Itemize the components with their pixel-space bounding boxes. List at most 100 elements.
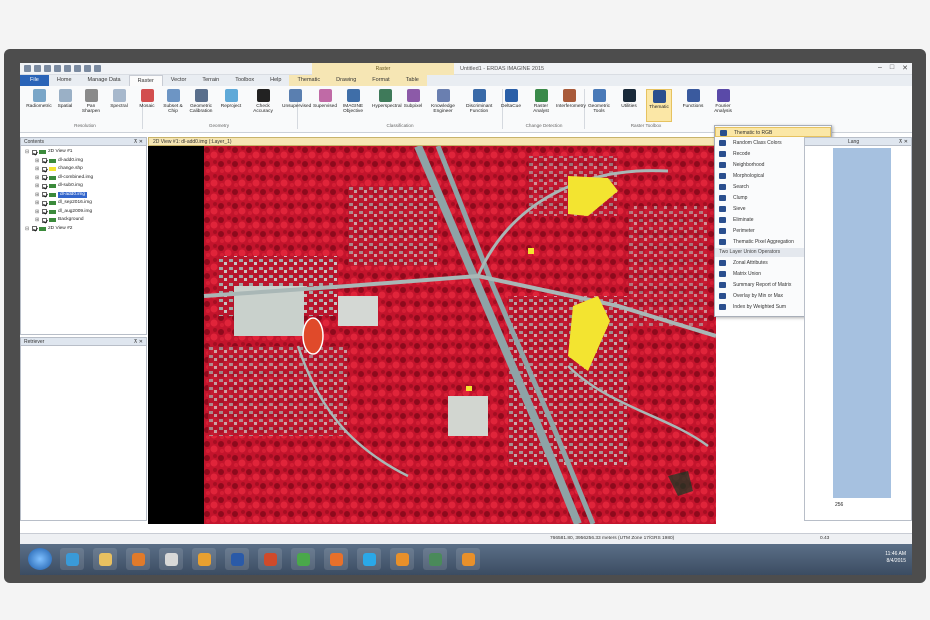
undo-icon[interactable] [54,65,61,72]
visibility-checkbox[interactable] [42,200,47,206]
tree-item[interactable]: ⊞ dl-sub0.img [35,182,83,190]
visibility-checkbox[interactable] [42,158,47,163]
ribbon-button-imagine-objective[interactable]: IMAGINE Objective [340,89,366,114]
tab-raster[interactable]: Raster [128,75,163,86]
tree-item[interactable]: ⊟ 2D View #2 [25,225,72,233]
tab-drawing[interactable]: Drawing [328,75,365,86]
expand-icon[interactable]: ⊞ [35,183,40,189]
ribbon-button-radiometric[interactable]: Radiometric [26,89,52,109]
expand-icon[interactable]: ⊞ [35,200,40,206]
visibility-checkbox[interactable] [42,183,47,189]
pin-close-icon[interactable]: ⊼ ✕ [134,138,143,146]
ribbon-button-functions[interactable]: Functions [680,89,706,109]
system-clock[interactable]: 11:46 AM 8/4/2015 [885,551,906,565]
close-icon[interactable]: ✕ [902,64,908,72]
visibility-checkbox[interactable] [42,209,47,214]
tree-item[interactable]: ⊞ change.shp [35,165,83,173]
maximize-icon[interactable]: □ [890,64,894,72]
taskbar-imagine2-button[interactable] [456,548,480,570]
tab-manage-data[interactable]: Manage Data [80,75,129,86]
expand-icon[interactable]: ⊞ [35,209,40,215]
tab-format[interactable]: Format [364,75,398,86]
ribbon-button-hyperspectral[interactable]: Hyperspectral [372,89,402,109]
ribbon-button-discriminant-function[interactable]: Discriminant Function [466,89,492,114]
tree-item[interactable]: ⊞ Background [35,216,84,224]
expand-icon[interactable]: ⊞ [35,158,40,164]
visibility-checkbox[interactable] [42,175,47,180]
taskbar-chrome-button[interactable] [291,548,315,570]
tab-thematic[interactable]: Thematic [289,75,329,86]
open-icon[interactable] [34,65,41,72]
visibility-checkbox[interactable] [42,166,47,172]
ribbon-button-spatial[interactable]: Spatial [52,89,78,109]
redo-icon[interactable] [64,65,71,72]
ribbon-button-geometric-calibration[interactable]: Geometric Calibration [188,89,214,114]
ribbon-button-knowledge-engineer[interactable]: Knowledge Engineer [430,89,456,114]
taskbar-ie-button[interactable] [60,548,84,570]
ribbon-button-subpixel[interactable]: Subpixel [400,89,426,109]
map-view[interactable] [148,146,716,524]
pin-close-icon[interactable]: ⊼ ✕ [899,138,908,146]
ribbon-button-geometric-tools[interactable]: Geometric Tools [586,89,612,114]
minimize-icon[interactable]: – [878,64,882,72]
ribbon-button-utilities[interactable]: Utilities [616,89,642,109]
ribbon-button-raster-analyst[interactable]: Raster Analyst [528,89,554,114]
menu-item[interactable]: Thematic to RGB [715,127,831,137]
taskbar-explorer-button[interactable] [93,548,117,570]
pan-icon[interactable] [84,65,91,72]
visibility-checkbox[interactable] [32,149,37,155]
change-polygon[interactable] [528,248,534,254]
tab-help[interactable]: Help [262,75,289,86]
tree-item[interactable]: ⊞ dl_aug2009.img [35,208,92,216]
taskbar-firefox-button[interactable] [324,548,348,570]
save-icon[interactable] [44,65,51,72]
taskbar-imagine-button[interactable] [390,548,414,570]
tab-vector[interactable]: Vector [163,75,195,86]
ribbon-button-thematic[interactable]: Thematic [646,89,672,122]
tree-item[interactable]: ⊞ dl-add0.img [35,191,88,199]
ribbon-button-deltacue[interactable]: DeltaCue [498,89,524,109]
tab-home[interactable]: Home [49,75,80,86]
tree-item[interactable]: ⊞ dl_sep2016.img [35,199,92,207]
tab-toolbox[interactable]: Toolbox [227,75,262,86]
expand-icon[interactable]: ⊞ [35,175,40,181]
taskbar-notes-button[interactable] [159,548,183,570]
ribbon-button-interferometry[interactable]: Interferometry [556,89,586,109]
ribbon-button-supervised[interactable]: Supervised [312,89,338,109]
taskbar-skype-button[interactable] [357,548,381,570]
visibility-checkbox[interactable] [42,192,47,197]
ribbon-button-pan-sharpen[interactable]: Pan Sharpen [78,89,104,114]
tree-item[interactable]: ⊟ 2D View #1 [25,148,72,156]
tab-file[interactable]: File [20,75,49,86]
expand-icon[interactable]: ⊞ [35,192,40,198]
tab-table[interactable]: Table [397,75,427,86]
view-tab[interactable]: 2D View #1: dl-add0.img (:Layer_1) [148,137,716,146]
expand-icon[interactable]: ⊟ [25,226,30,232]
visibility-checkbox[interactable] [42,217,47,223]
taskbar-powerpoint-button[interactable] [258,548,282,570]
attribute-column[interactable] [833,148,891,498]
pin-close-icon[interactable]: ⊼ ✕ [134,338,143,346]
change-polygon[interactable] [466,386,472,391]
start-button[interactable] [28,548,52,570]
ribbon-button-spectral[interactable]: Spectral [106,89,132,109]
tab-terrain[interactable]: Terrain [194,75,227,86]
expand-icon[interactable]: ⊞ [35,217,40,223]
ribbon-button-subset-chip[interactable]: Subset & Chip [160,89,186,114]
ribbon-button-unsupervised[interactable]: Unsupervised [282,89,311,109]
taskbar-outlook-button[interactable] [192,548,216,570]
ribbon-button-reproject[interactable]: Reproject [218,89,244,109]
ribbon-button-fourier-analysis[interactable]: Fourier Analysis [710,89,736,114]
expand-icon[interactable]: ⊞ [35,166,40,172]
tree-item[interactable]: ⊞ dl-combined.img [35,174,93,182]
tree-item[interactable]: ⊞ dl-add0.img [35,157,83,165]
ribbon-button-check-accuracy[interactable]: Check Accuracy [250,89,276,114]
visibility-checkbox[interactable] [32,226,37,231]
taskbar-media-button[interactable] [126,548,150,570]
select-icon[interactable] [94,65,101,72]
taskbar-word-button[interactable] [225,548,249,570]
zoom-icon[interactable] [74,65,81,72]
taskbar-tool-button[interactable] [423,548,447,570]
ribbon-button-mosaic[interactable]: Mosaic [134,89,160,109]
new-icon[interactable] [24,65,31,72]
